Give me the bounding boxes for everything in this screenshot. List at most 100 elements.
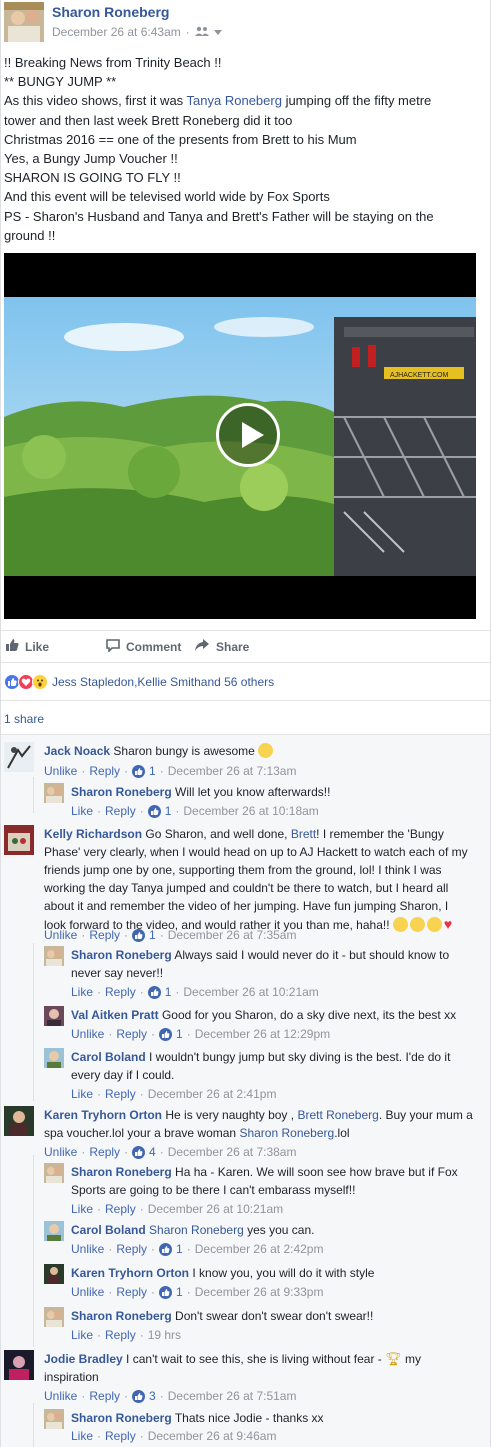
chevron-down-icon[interactable] xyxy=(213,25,222,39)
commenter-name[interactable]: Karen Tryhorn Orton xyxy=(44,1108,162,1122)
like-count[interactable]: 1 xyxy=(149,762,156,780)
tagged-user-link[interactable]: Brett Roneberg xyxy=(297,1108,378,1122)
reply-link[interactable]: Reply xyxy=(116,1283,147,1301)
comment-timestamp[interactable]: December 26 at 10:21am xyxy=(183,983,318,1001)
reactions-summary[interactable]: Jess Stapledon, Kellie Smith and 56 othe… xyxy=(4,672,274,692)
separator-dot: · xyxy=(108,1285,113,1299)
comment-button[interactable]: Comment xyxy=(106,638,194,655)
reply-link[interactable]: Reply xyxy=(105,1326,136,1344)
reactor-name[interactable]: Jess Stapledon xyxy=(52,675,134,689)
comment-timestamp[interactable]: December 26 at 7:51am xyxy=(168,1387,297,1405)
shares-count[interactable]: 1 share xyxy=(1,700,490,735)
like-link[interactable]: Like xyxy=(71,1085,93,1103)
comment-timestamp[interactable]: December 26 at 7:13am xyxy=(168,762,297,780)
reactor-name[interactable]: Kellie Smith xyxy=(137,675,200,689)
tagged-user-link[interactable]: Brett xyxy=(291,827,316,841)
like-count[interactable]: 4 xyxy=(149,1143,156,1161)
author-avatar[interactable] xyxy=(4,2,44,42)
unlike-link[interactable]: Unlike xyxy=(71,1240,104,1258)
like-count-icon xyxy=(159,1285,173,1299)
like-count[interactable]: 1 xyxy=(165,802,172,820)
commenter-name[interactable]: Kelly Richardson xyxy=(44,827,142,841)
reply-link[interactable]: Reply xyxy=(105,802,136,820)
like-count[interactable]: 1 xyxy=(165,983,172,1001)
reply-link[interactable]: Reply xyxy=(89,1143,120,1161)
commenter-name[interactable]: Jodie Bradley xyxy=(44,1352,123,1366)
comment-timestamp[interactable]: December 26 at 2:41pm xyxy=(148,1085,277,1103)
like-link[interactable]: Like xyxy=(71,983,93,1001)
commenter-name[interactable]: Sharon Roneberg xyxy=(71,948,172,962)
commenter-avatar[interactable] xyxy=(4,825,34,855)
like-count[interactable]: 1 xyxy=(176,1283,183,1301)
separator-dot: · xyxy=(108,1242,113,1256)
commenter-avatar[interactable] xyxy=(44,1221,64,1241)
unlike-link[interactable]: Unlike xyxy=(71,1283,104,1301)
like-count[interactable]: 1 xyxy=(149,926,156,944)
commenter-avatar[interactable] xyxy=(44,1264,64,1284)
commenter-avatar[interactable] xyxy=(44,1163,64,1183)
comment-timestamp[interactable]: December 26 at 9:46am xyxy=(148,1427,277,1445)
commenter-avatar[interactable] xyxy=(44,1006,64,1026)
like-button[interactable]: Like xyxy=(5,638,100,655)
commenter-name[interactable]: Sharon Roneberg xyxy=(71,1309,172,1323)
like-link[interactable]: Like xyxy=(71,1200,93,1218)
unlike-link[interactable]: Unlike xyxy=(71,1025,104,1043)
commenter-avatar[interactable] xyxy=(44,783,64,803)
reply-link[interactable]: Reply xyxy=(116,1240,147,1258)
commenter-avatar[interactable] xyxy=(4,742,34,772)
commenter-avatar[interactable] xyxy=(44,1409,64,1429)
like-link[interactable]: Like xyxy=(71,1427,93,1445)
reply-link[interactable]: Reply xyxy=(105,1085,136,1103)
reply-link[interactable]: Reply xyxy=(89,762,120,780)
commenter-name[interactable]: Sharon Roneberg xyxy=(71,1411,172,1425)
comment-timestamp[interactable]: December 26 at 7:35am xyxy=(168,926,297,944)
commenter-name[interactable]: Carol Boland xyxy=(71,1050,146,1064)
like-count[interactable]: 1 xyxy=(176,1025,183,1043)
reply-link[interactable]: Reply xyxy=(105,1427,136,1445)
friends-icon[interactable] xyxy=(194,25,209,39)
commenter-avatar[interactable] xyxy=(4,1106,34,1136)
post-timestamp[interactable]: December 26 at 6:43am xyxy=(52,25,181,39)
like-link[interactable]: Like xyxy=(71,1326,93,1344)
like-count[interactable]: 1 xyxy=(176,1240,183,1258)
commenter-name[interactable]: Sharon Roneberg xyxy=(71,1165,172,1179)
commenter-name[interactable]: Jack Noack xyxy=(44,744,110,758)
reply-link[interactable]: Reply xyxy=(89,926,120,944)
share-button[interactable]: Share xyxy=(194,638,249,655)
reactors-others[interactable]: and 56 others xyxy=(201,675,274,689)
comment-text: Ha ha - Karen. We will soon see how brav… xyxy=(175,1165,458,1179)
tagged-user-link[interactable]: Sharon Roneberg xyxy=(149,1223,244,1237)
comment-timestamp[interactable]: December 26 at 9:33pm xyxy=(195,1283,324,1301)
commenter-avatar[interactable] xyxy=(4,1350,34,1380)
tagged-user-link[interactable]: Sharon Roneberg xyxy=(239,1126,334,1140)
reply-link[interactable]: Reply xyxy=(105,983,136,1001)
video-player[interactable]: AJHACKETT.COM xyxy=(4,253,476,619)
commenter-avatar[interactable] xyxy=(44,946,64,966)
commenter-name[interactable]: Karen Tryhorn Orton xyxy=(71,1266,189,1280)
commenter-name[interactable]: Carol Boland xyxy=(71,1223,146,1237)
unlike-link[interactable]: Unlike xyxy=(44,762,77,780)
unlike-link[interactable]: Unlike xyxy=(44,1387,77,1405)
comment-timestamp[interactable]: December 26 at 12:29pm xyxy=(195,1025,330,1043)
commenter-avatar[interactable] xyxy=(44,1307,64,1327)
unlike-link[interactable]: Unlike xyxy=(44,926,77,944)
commenter-name[interactable]: Sharon Roneberg xyxy=(71,785,172,799)
tagged-user-link[interactable]: Tanya Roneberg xyxy=(187,93,282,108)
commenter-name[interactable]: Val Aitken Pratt xyxy=(71,1008,159,1022)
reply-link[interactable]: Reply xyxy=(116,1025,147,1043)
comment-timestamp[interactable]: December 26 at 10:21am xyxy=(148,1200,283,1218)
reply-link[interactable]: Reply xyxy=(105,1200,136,1218)
post-author-name[interactable]: Sharon Roneberg xyxy=(52,4,169,20)
reply-link[interactable]: Reply xyxy=(89,1387,120,1405)
comment-reply: Karen Tryhorn Orton I know you, you will… xyxy=(44,1264,484,1304)
play-button[interactable] xyxy=(216,403,280,467)
comment-timestamp[interactable]: December 26 at 10:18am xyxy=(183,802,318,820)
like-count[interactable]: 3 xyxy=(149,1387,156,1405)
unlike-link[interactable]: Unlike xyxy=(44,1143,77,1161)
like-link[interactable]: Like xyxy=(71,802,93,820)
comment-timestamp[interactable]: December 26 at 2:42pm xyxy=(195,1240,324,1258)
comment-timestamp[interactable]: December 26 at 7:38am xyxy=(168,1143,297,1161)
separator-dot: · xyxy=(139,1087,144,1101)
comment-timestamp[interactable]: 19 hrs xyxy=(148,1326,181,1344)
commenter-avatar[interactable] xyxy=(44,1048,64,1068)
